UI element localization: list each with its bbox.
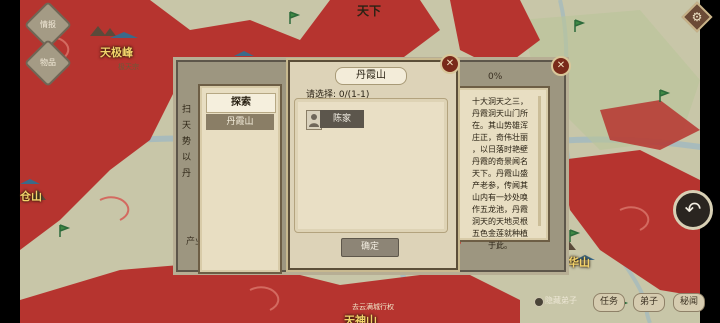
map-label-hua[interactable]: 华山 [568,254,590,270]
map-sub-bottom: 去云满城行权 [352,303,394,311]
gear-icon: ⚙ [691,10,703,24]
dialog-close-button[interactable]: ✕ [440,54,460,74]
map-sub-tianji: 极天宗 [118,63,139,71]
screen-edge-left [0,0,20,323]
character-name[interactable]: 陈家 [320,110,364,128]
map-label-bottom[interactable]: 天神山 [344,312,377,323]
intel-label: 情报 [40,20,56,29]
list-header-explore: 探索 [206,93,276,113]
disciples-button[interactable]: 弟子 [633,293,665,312]
close-icon: ✕ [556,60,566,71]
outer-close-button[interactable]: ✕ [551,56,571,76]
hide-disciples-label: 隐藏弟子 [545,296,577,305]
outer-side-text: 扫 天 势 以 丹 [182,105,192,179]
outer-note-percent: 0% [488,72,503,82]
map-label-tianji[interactable]: 天极峰 [100,44,133,60]
confirm-button[interactable]: 确定 [341,238,399,257]
screen-edge-right [700,0,720,323]
map-region-top: 天下 [357,4,382,18]
return-arrow-icon: ↶ [684,197,702,221]
items-label: 物品 [40,58,56,67]
close-icon: ✕ [445,58,455,69]
location-description: 十大洞天之三， 丹霞洞天山门所 在。其山势雄浑 庄正，奇伟壮丽 ，以日落时艳壁 … [472,97,528,250]
secrets-button[interactable]: 秘闻 [673,293,705,312]
list-item[interactable]: 丹霞山 [206,114,274,130]
return-button[interactable]: ↶ [673,190,713,230]
dialog-title: 丹霞山 [335,67,407,85]
tasks-button[interactable]: 任务 [593,293,625,312]
hide-disciples-toggle[interactable] [534,297,544,307]
map-label-cang[interactable]: 仓山 [20,188,42,204]
description-scrollbar[interactable] [538,96,541,226]
